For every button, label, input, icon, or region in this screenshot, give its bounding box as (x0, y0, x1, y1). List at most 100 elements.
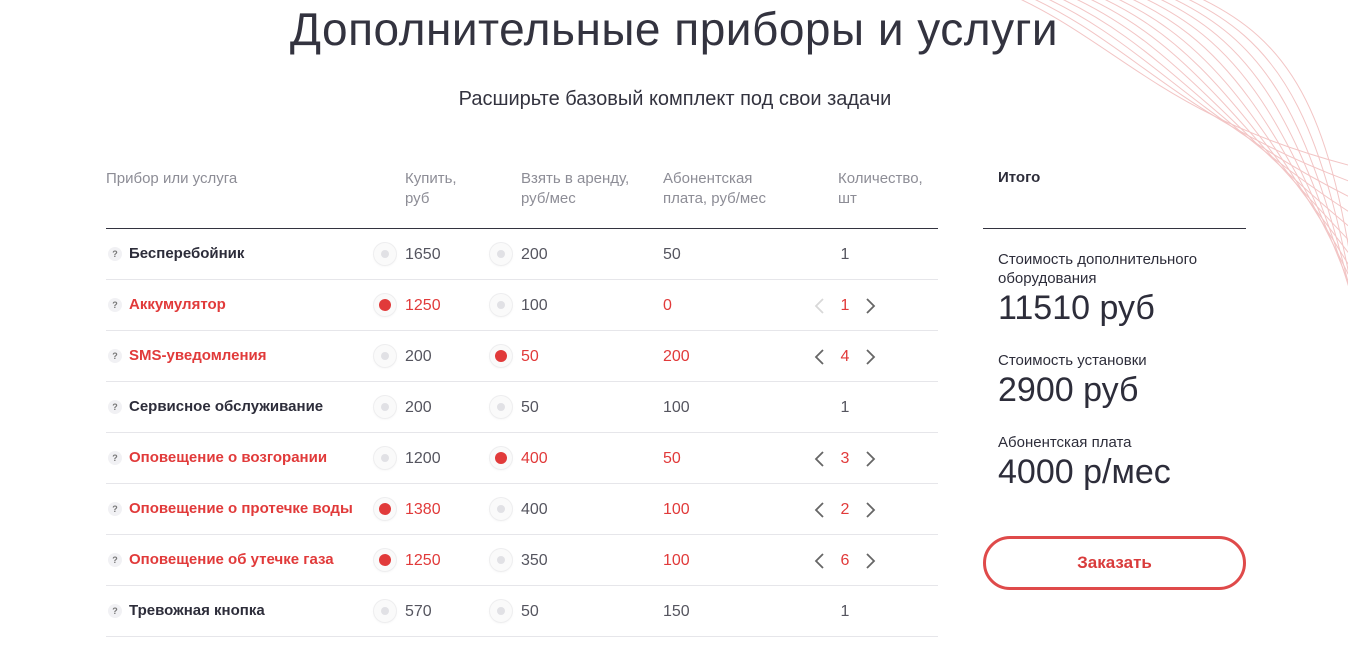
buy-radio[interactable] (374, 345, 396, 367)
col-header-fee-line1: Абонентская (663, 170, 753, 187)
equipment-cost-label: Стоимость дополнительного оборудования (998, 251, 1198, 287)
decorative-wave-line (1202, 0, 1348, 247)
rent-radio[interactable] (490, 243, 512, 265)
rent-radio[interactable] (490, 345, 512, 367)
chevron-right-icon[interactable] (862, 500, 878, 520)
order-button[interactable]: Заказать (983, 536, 1246, 590)
col-header-item: Прибор или услуга (106, 170, 238, 187)
buy-radio[interactable] (374, 396, 396, 418)
chevron-left-icon[interactable] (812, 449, 828, 469)
rent-price: 400 (521, 501, 548, 518)
help-icon[interactable]: ? (108, 349, 122, 363)
chevron-right-icon[interactable] (862, 449, 878, 469)
buy-price: 1250 (405, 297, 441, 314)
rent-price: 50 (521, 399, 539, 416)
buy-radio[interactable] (374, 294, 396, 316)
help-icon[interactable]: ? (108, 604, 122, 618)
buy-radio[interactable] (374, 600, 396, 622)
row-item-name: SMS-уведомления (129, 347, 267, 364)
col-header-rent-line1: Взять в аренду, (521, 170, 630, 187)
row-item-name: Тревожная кнопка (129, 602, 265, 619)
buy-price: 200 (405, 399, 432, 416)
buy-price: 1250 (405, 552, 441, 569)
table-row: ? Сервисное обслуживание 200 50 100 1 (106, 382, 938, 433)
row-item-name: Сервисное обслуживание (129, 398, 324, 415)
table-row: ? Аккумулятор 1250 100 0 1 (106, 280, 938, 331)
buy-radio[interactable] (374, 498, 396, 520)
buy-radio[interactable] (374, 447, 396, 469)
col-header-qty: Количество, шт (838, 169, 923, 209)
help-icon[interactable]: ? (108, 502, 122, 516)
help-icon[interactable]: ? (108, 553, 122, 567)
subscription-fee-value: 4000 р/мес (998, 453, 1171, 491)
quantity-value: 1 (840, 399, 850, 416)
chevron-right-icon[interactable] (862, 551, 878, 571)
row-item-name: Бесперебойник (129, 245, 245, 262)
buy-radio[interactable] (374, 243, 396, 265)
rent-radio[interactable] (490, 549, 512, 571)
table-row: ? Оповещение о возгорании 1200 400 50 3 (106, 433, 938, 484)
table-row: ? SMS-уведомления 200 50 200 4 (106, 331, 938, 382)
quantity-value: 4 (840, 348, 850, 365)
help-icon[interactable]: ? (108, 247, 122, 261)
buy-price: 200 (405, 348, 432, 365)
summary-divider (983, 228, 1246, 229)
quantity-value: 1 (840, 603, 850, 620)
chevron-left-icon[interactable] (812, 551, 828, 571)
chevron-right-icon[interactable] (862, 296, 878, 316)
table-row: ? Тревожная кнопка 570 50 150 1 (106, 586, 938, 637)
help-icon[interactable]: ? (108, 451, 122, 465)
quantity-value: 6 (840, 552, 850, 569)
col-header-rent: Взять в аренду, руб/мес (521, 169, 629, 209)
equipment-cost-value: 11510 руб (998, 289, 1155, 327)
install-cost-value: 2900 руб (998, 371, 1139, 409)
subscription-fee: 0 (663, 297, 672, 314)
col-header-rent-line2: руб/мес (521, 190, 576, 207)
buy-price: 1380 (405, 501, 441, 518)
row-item-name: Оповещение о протечке воды (129, 500, 353, 517)
rent-radio[interactable] (490, 498, 512, 520)
col-header-buy-line1: Купить, (405, 170, 457, 187)
rent-radio[interactable] (490, 396, 512, 418)
rent-price: 350 (521, 552, 548, 569)
decorative-wave-line (1188, 0, 1348, 273)
quantity-value: 3 (840, 450, 850, 467)
col-header-qty-line2: шт (838, 190, 857, 207)
row-item-name: Оповещение об утечке газа (129, 551, 334, 568)
col-header-buy-line2: руб (405, 190, 430, 207)
summary-heading: Итого (998, 169, 1041, 186)
col-header-qty-line1: Количество, (838, 170, 923, 187)
rent-price: 100 (521, 297, 548, 314)
help-icon[interactable]: ? (108, 400, 122, 414)
col-header-fee-line2: плата, руб/мес (663, 190, 767, 207)
buy-price: 1200 (405, 450, 441, 467)
chevron-left-icon[interactable] (812, 347, 828, 367)
col-header-buy: Купить, руб (405, 169, 457, 209)
chevron-left-icon[interactable] (812, 296, 828, 316)
quantity-value: 1 (840, 297, 850, 314)
rent-radio[interactable] (490, 447, 512, 469)
table-row: ? Оповещение о протечке воды 1380 400 100 2 (106, 484, 938, 535)
buy-radio[interactable] (374, 549, 396, 571)
row-item-name: Аккумулятор (129, 296, 226, 313)
help-icon[interactable]: ? (108, 298, 122, 312)
subscription-fee: 50 (663, 450, 681, 467)
chevron-right-icon[interactable] (862, 347, 878, 367)
buy-price: 1650 (405, 246, 441, 263)
rent-price: 400 (521, 450, 548, 467)
col-header-fee: Абонентская плата, руб/мес (663, 169, 766, 209)
rent-price: 50 (521, 348, 539, 365)
page-subtitle: Расширьте базовый комплект под свои зада… (458, 88, 892, 110)
rent-radio[interactable] (490, 294, 512, 316)
subscription-fee-label: Абонентская плата (998, 434, 1132, 451)
table-row: ? Бесперебойник 1650 200 50 1 (106, 229, 938, 280)
table-row: ? Оповещение об утечке газа 1250 350 100 6 (106, 535, 938, 586)
rent-price: 200 (521, 246, 548, 263)
subscription-fee: 200 (663, 348, 690, 365)
rent-radio[interactable] (490, 600, 512, 622)
install-cost-label: Стоимость установки (998, 352, 1147, 369)
chevron-left-icon[interactable] (812, 500, 828, 520)
subscription-fee: 100 (663, 552, 690, 569)
page-title: Дополнительные приборы и услуги (289, 3, 1059, 55)
buy-price: 570 (405, 603, 432, 620)
